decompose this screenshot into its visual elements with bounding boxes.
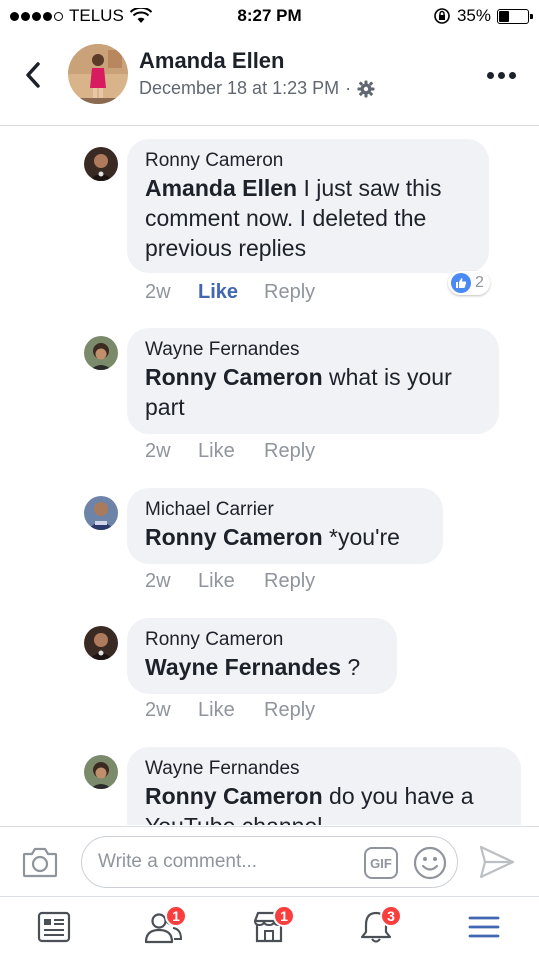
tab-news-feed[interactable] bbox=[36, 909, 76, 949]
gif-icon: GIF bbox=[370, 855, 392, 871]
comment-bubble[interactable]: Michael Carrier Ronny Cameron *you're bbox=[127, 488, 443, 564]
camera-button[interactable] bbox=[22, 845, 58, 879]
comment-text: Ronny Cameron do you have a YouTube chan… bbox=[145, 781, 503, 825]
tab-menu[interactable] bbox=[466, 909, 506, 949]
comment-mention[interactable]: Ronny Cameron bbox=[145, 783, 323, 809]
comment-input[interactable] bbox=[98, 845, 358, 879]
emoji-button[interactable] bbox=[413, 846, 447, 880]
meta-separator: · bbox=[345, 78, 352, 98]
post-date[interactable]: December 18 at 1:23 PM bbox=[139, 78, 339, 99]
send-button[interactable] bbox=[478, 844, 516, 880]
comment-time: 2w bbox=[145, 699, 171, 721]
comment-time: 2w bbox=[145, 570, 171, 592]
avatar[interactable] bbox=[84, 626, 118, 660]
post-author-name[interactable]: Amanda Ellen bbox=[139, 48, 284, 74]
comment-author[interactable]: Wayne Fernandes bbox=[145, 338, 481, 362]
comment-text: Ronny Cameron *you're bbox=[145, 522, 425, 552]
battery-level bbox=[499, 10, 509, 22]
tab-notifications[interactable]: 3 bbox=[358, 905, 402, 949]
reply-button[interactable]: Reply bbox=[264, 281, 315, 304]
news-feed-icon bbox=[37, 911, 71, 943]
rotation-lock-icon bbox=[434, 8, 450, 24]
comment-mention[interactable]: Ronny Cameron bbox=[145, 364, 323, 390]
comment-author[interactable]: Ronny Cameron bbox=[145, 149, 471, 173]
status-bar: TELUS 8:27 PM 35% bbox=[0, 0, 539, 32]
tab-friend-requests[interactable]: 1 bbox=[143, 905, 187, 949]
battery-icon bbox=[497, 8, 533, 24]
reply-button[interactable]: Reply bbox=[264, 440, 315, 463]
comment-text: Wayne Fernandes ? bbox=[145, 652, 379, 682]
hamburger-menu-icon bbox=[468, 916, 500, 938]
comment-body: ? bbox=[340, 654, 361, 680]
comment-time: 2w bbox=[145, 281, 171, 303]
comment-bubble[interactable]: Wayne Fernandes Ronny Cameron do you hav… bbox=[127, 747, 521, 825]
avatar[interactable] bbox=[84, 496, 118, 530]
comment-bubble[interactable]: Ronny Cameron Amanda Ellen I just saw th… bbox=[127, 139, 489, 273]
camera-icon bbox=[22, 847, 58, 878]
more-options-button[interactable] bbox=[487, 68, 521, 82]
like-button[interactable]: Like bbox=[198, 281, 264, 304]
gear-icon bbox=[357, 80, 375, 97]
post-meta: December 18 at 1:23 PM · bbox=[139, 78, 375, 99]
like-button[interactable]: Like bbox=[198, 570, 264, 593]
more-dots-icon bbox=[487, 71, 494, 79]
reply-button[interactable]: Reply bbox=[264, 699, 315, 722]
comment-author[interactable]: Wayne Fernandes bbox=[145, 757, 503, 781]
reaction-count: 2 bbox=[475, 274, 484, 291]
comment-text: Ronny Cameron what is your part bbox=[145, 362, 481, 422]
comment-actions: 2w Like Reply bbox=[145, 699, 315, 722]
thumbs-up-icon bbox=[451, 273, 471, 293]
comment-mention[interactable]: Wayne Fernandes bbox=[145, 654, 341, 680]
comment-bubble[interactable]: Ronny Cameron Wayne Fernandes ? bbox=[127, 618, 397, 694]
comment-thread[interactable]: Ronny Cameron Amanda Ellen I just saw th… bbox=[0, 127, 539, 825]
send-icon bbox=[479, 845, 515, 879]
comment-author[interactable]: Ronny Cameron bbox=[145, 628, 379, 652]
comment-time: 2w bbox=[145, 440, 171, 462]
battery-percent: 35% bbox=[456, 6, 491, 25]
post-header: Amanda Ellen December 18 at 1:23 PM · bbox=[0, 32, 539, 126]
comment-composer: GIF bbox=[0, 826, 539, 896]
comment-text: Amanda Ellen I just saw this comment now… bbox=[145, 173, 471, 263]
comment-mention[interactable]: Ronny Cameron bbox=[145, 524, 323, 550]
bottom-tab-bar: 1 1 3 bbox=[0, 896, 539, 960]
marketplace-badge: 1 bbox=[273, 905, 295, 927]
gif-button[interactable]: GIF bbox=[364, 847, 398, 879]
avatar[interactable] bbox=[84, 147, 118, 181]
back-chevron-icon bbox=[26, 62, 40, 88]
like-button[interactable]: Like bbox=[198, 440, 264, 463]
author-avatar[interactable] bbox=[68, 44, 128, 104]
emoji-icon bbox=[413, 846, 447, 880]
comment-body: *you're bbox=[322, 524, 400, 550]
comment-author[interactable]: Michael Carrier bbox=[145, 498, 425, 522]
comment-input-wrapper: GIF bbox=[81, 836, 458, 888]
status-right: 35% bbox=[433, 6, 533, 26]
comment-actions: 2w Like Reply bbox=[145, 281, 315, 304]
avatar[interactable] bbox=[84, 336, 118, 370]
reply-button[interactable]: Reply bbox=[264, 570, 315, 593]
avatar[interactable] bbox=[84, 755, 118, 789]
friend-requests-badge: 1 bbox=[165, 905, 187, 927]
comment-actions: 2w Like Reply bbox=[145, 570, 315, 593]
reaction-summary[interactable]: 2 bbox=[448, 271, 490, 295]
notifications-badge: 3 bbox=[380, 905, 402, 927]
back-button[interactable] bbox=[18, 58, 48, 92]
comment-actions: 2w Like Reply bbox=[145, 440, 315, 463]
comment-mention[interactable]: Amanda Ellen bbox=[145, 175, 297, 201]
tab-marketplace[interactable]: 1 bbox=[251, 905, 295, 949]
like-button[interactable]: Like bbox=[198, 699, 264, 722]
comment-bubble[interactable]: Wayne Fernandes Ronny Cameron what is yo… bbox=[127, 328, 499, 434]
